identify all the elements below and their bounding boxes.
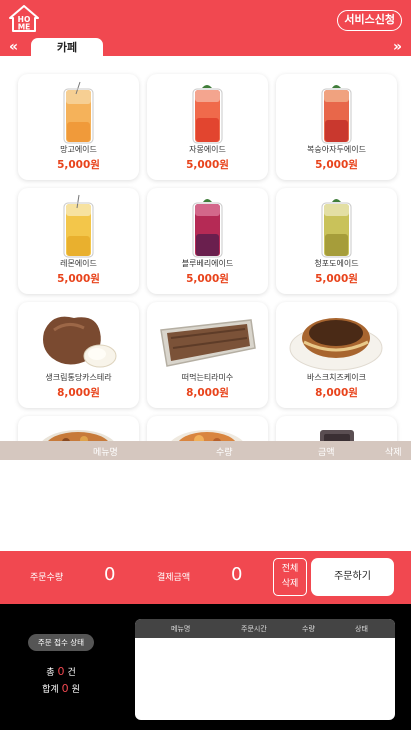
order-history-table: 메뉴명 주문시간 수량 상태 [135,619,395,720]
menu-item-price: 8,000원 [186,387,229,399]
tiramisu-tray-icon [160,319,256,367]
blueberry-ade-drink-icon [192,199,223,258]
menu-card[interactable] [276,416,397,441]
menu-item-price: 5,000원 [57,273,100,285]
menu-card[interactable]: 망고에이드 5,000원 [18,74,139,180]
top-header: HO ME 서비스신청 « 카페 » [0,0,411,56]
menu-card[interactable]: 생크림통당카스테라 8,000원 [18,302,139,408]
menu-card[interactable] [147,416,268,441]
total-sum-prefix: 합계 [42,685,59,695]
grapefruit-ade-drink-icon [192,85,223,144]
menu-item-name: 망고에이드 [60,145,97,154]
history-col-status: 상태 [355,625,368,633]
menu-item-price: 5,000원 [57,159,100,171]
tab-cafe[interactable]: 카페 [31,38,103,56]
svg-text:ME: ME [18,23,31,32]
food-plate-icon [42,430,114,441]
menu-grid: 망고에이드 5,000원 자몽에이드 5,000원 복숭아자두에이드 5,000… [0,56,411,441]
order-quantity-value: 0 [104,564,116,585]
service-request-button[interactable]: 서비스신청 [337,10,402,31]
menu-card[interactable]: 블루베리에이드 5,000원 [147,188,268,294]
total-count-prefix: 총 [46,668,55,678]
place-order-button[interactable]: 주문하기 [311,558,394,596]
menu-item-name: 레몬에이드 [60,259,97,268]
menu-item-price: 5,000원 [315,159,358,171]
menu-card[interactable]: 복숭아자두에이드 5,000원 [276,74,397,180]
menu-card[interactable]: 자몽에이드 5,000원 [147,74,268,180]
payment-amount-value: 0 [231,564,243,585]
menu-item-name: 복숭아자두에이드 [307,145,366,154]
menu-card[interactable]: 바스크치즈케이크 8,000원 [276,302,397,408]
order-history-header: 메뉴명 주문시간 수량 상태 [135,619,395,638]
clear-all-label-line1: 전체 [281,564,299,574]
menu-item-price: 8,000원 [315,387,358,399]
menu-item-name: 생크림통당카스테라 [45,373,112,382]
total-sum-value: 0 [61,682,69,695]
home-logo-icon[interactable]: HO ME [9,5,39,32]
next-category-arrow-icon[interactable]: » [393,40,402,54]
order-list-header: 메뉴명 수량 금액 삭제 [0,441,411,460]
order-quantity-label: 주문수량 [30,573,64,583]
menu-item-name: 자몽에이드 [189,145,226,154]
total-sum-unit: 원 [71,685,80,695]
mango-ade-drink-icon [63,81,94,144]
menu-item-price: 5,000원 [186,273,229,285]
food-box-icon [320,430,354,441]
history-col-time: 주문시간 [241,625,267,633]
payment-amount-label: 결제금액 [157,573,191,583]
menu-item-price: 5,000원 [315,273,358,285]
peach-plum-ade-drink-icon [321,85,352,144]
menu-card[interactable]: 청포도에이드 5,000원 [276,188,397,294]
col-quantity: 수량 [216,448,233,458]
history-col-qty: 수량 [302,625,315,633]
menu-item-price: 8,000원 [57,387,100,399]
clear-all-button[interactable]: 전체 삭제 [273,558,307,596]
cream-castella-cake-icon [43,316,117,368]
menu-item-price: 5,000원 [186,159,229,171]
total-count-unit: 건 [67,668,76,678]
menu-item-name: 청포도에이드 [314,259,359,268]
total-count-line: 총0건 [0,665,122,678]
basque-cheesecake-icon [289,318,383,371]
col-menu-name: 메뉴명 [93,448,118,458]
kiosk-screen: HO ME 서비스신청 « 카페 » 망고에이드 5,000원 자몽에이드 5,… [0,0,411,730]
menu-item-name: 블루베리에이드 [181,259,234,268]
order-status-badge: 주문 접수 상태 [28,634,94,651]
order-status-panel: 주문 접수 상태 총0건 합계 0 원 메뉴명 주문시간 수량 상태 [0,604,411,730]
clear-all-label-line2: 삭제 [281,579,299,589]
prev-category-arrow-icon[interactable]: « [9,40,18,54]
total-sum-line: 합계 0 원 [0,682,122,695]
menu-card[interactable] [18,416,139,441]
menu-card[interactable]: 떠먹는티라미수 8,000원 [147,302,268,408]
col-delete: 삭제 [385,448,402,458]
menu-item-name: 떠먹는티라미수 [181,373,234,382]
total-count-value: 0 [57,665,65,678]
lemon-ade-drink-icon [63,194,94,258]
col-amount: 금액 [318,448,335,458]
green-grape-ade-drink-icon [321,199,352,258]
food-plate-icon [171,430,243,441]
history-col-menu: 메뉴명 [171,625,191,633]
menu-item-name: 바스크치즈케이크 [307,373,366,382]
menu-card[interactable]: 레몬에이드 5,000원 [18,188,139,294]
order-list-body [0,460,411,551]
